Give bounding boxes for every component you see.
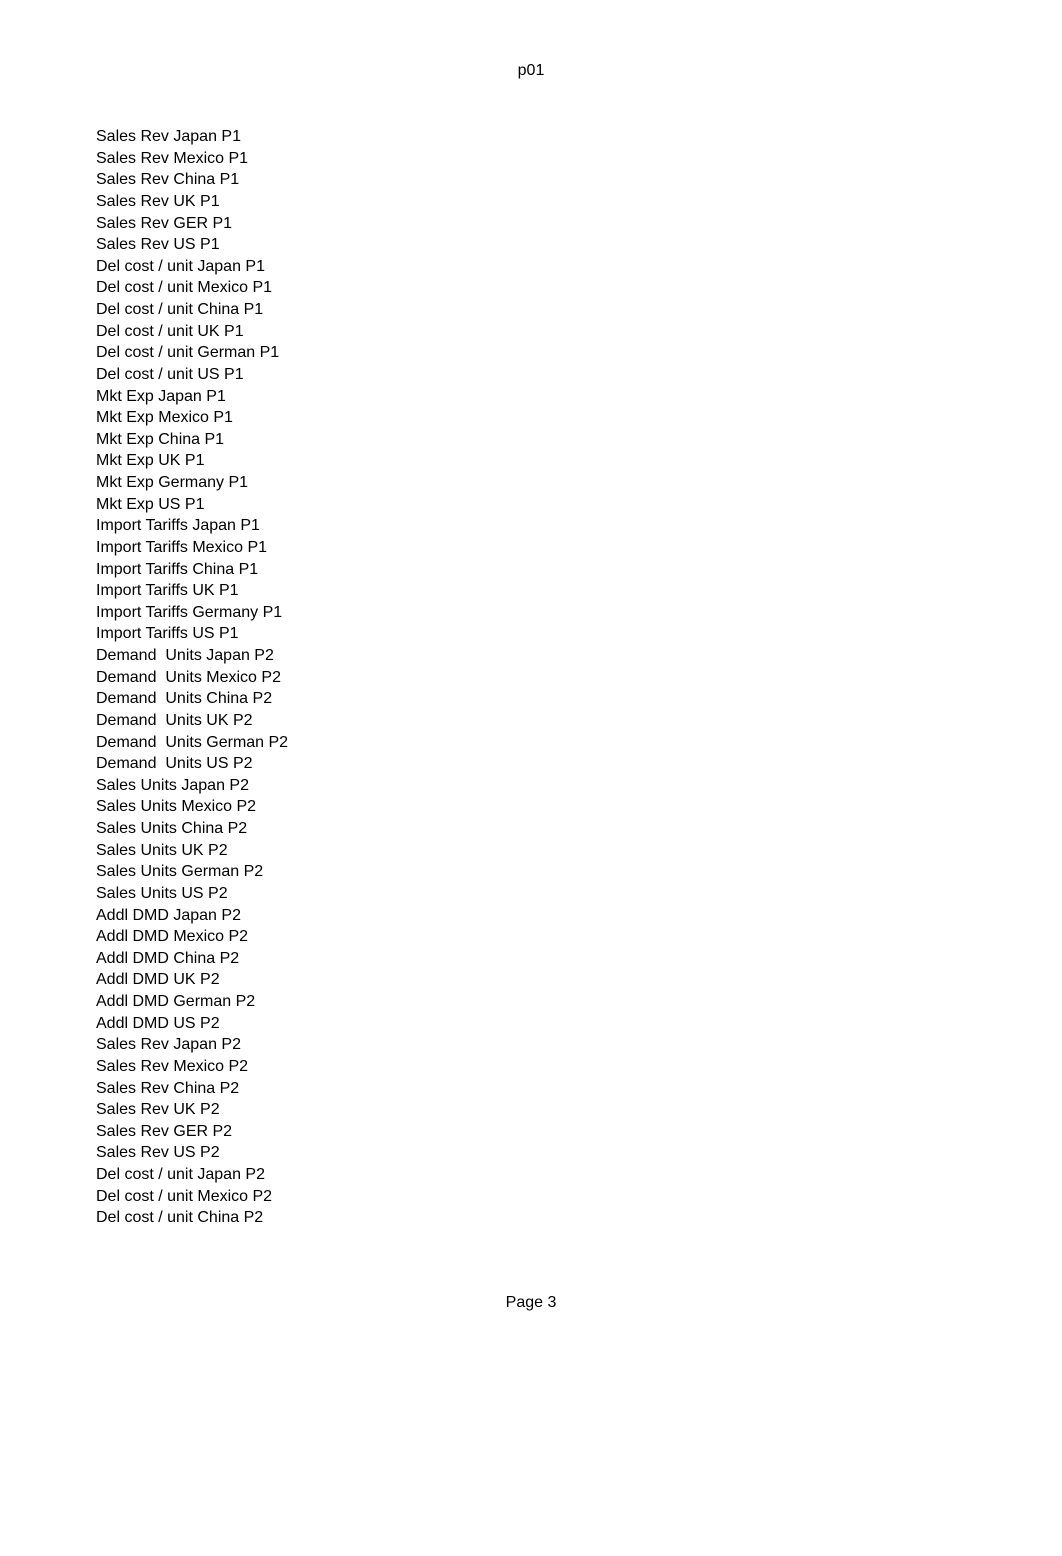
list-item: Sales Units Japan P2 bbox=[96, 776, 249, 794]
field-name-list: Sales Rev Japan P1 Sales Rev Mexico P1 Sal… bbox=[96, 126, 288, 1229]
list-item: Del cost / unit China P1 bbox=[96, 301, 264, 318]
list-item: Demand Units US P2 bbox=[96, 755, 253, 773]
list-item: Import Tariffs China P1 bbox=[96, 560, 259, 578]
list-item: Mkt Exp China P1 bbox=[96, 430, 225, 448]
list-item: Sales Rev US P1 bbox=[96, 236, 220, 254]
list-item: Import Tariffs Mexico P1 bbox=[96, 538, 268, 556]
list-item: Mkt Exp UK P1 bbox=[96, 452, 205, 470]
list-item: Del cost / unit German P1 bbox=[96, 344, 280, 362]
list-item: Import Tariffs US P1 bbox=[96, 625, 239, 643]
list-item: Sales Rev China P1 bbox=[96, 171, 240, 189]
list-item: Sales Rev UK P1 bbox=[96, 192, 220, 210]
list-item: Del cost / unit Japan P1 bbox=[96, 257, 265, 275]
list-item: Del cost / unit China P2 bbox=[96, 1209, 264, 1227]
list-item: Sales Rev GER P1 bbox=[96, 214, 233, 232]
list-item: Sales Rev Mexico P1 bbox=[96, 149, 249, 167]
list-item: Sales Rev China P2 bbox=[96, 1079, 240, 1097]
list-item: Addl DMD Japan P2 bbox=[96, 906, 241, 924]
list-item: Mkt Exp Germany P1 bbox=[96, 474, 249, 491]
list-item: Sales Rev GER P2 bbox=[96, 1122, 233, 1140]
list-item: Addl DMD German P2 bbox=[96, 993, 256, 1010]
list-item: Import Tariffs UK P1 bbox=[96, 582, 239, 600]
list-item: Del cost / unit UK P1 bbox=[96, 322, 244, 340]
page-footer: Page 3 bbox=[505, 1294, 557, 1311]
list-item: Mkt Exp Japan P1 bbox=[96, 387, 226, 405]
list-item: Mkt Exp US P1 bbox=[96, 495, 205, 513]
list-item: Sales Units UK P2 bbox=[96, 841, 228, 859]
list-item: Sales Rev Japan P1 bbox=[96, 128, 241, 145]
list-item: Addl DMD China P2 bbox=[96, 949, 240, 967]
list-item: Demand Units Mexico P2 bbox=[96, 668, 281, 686]
list-item: Addl DMD Mexico P2 bbox=[96, 928, 249, 946]
page-header: p01 bbox=[517, 62, 545, 79]
document-page: p01 Sales Rev Japan P1 Sales Rev Mexico P… bbox=[0, 0, 1062, 1556]
list-item: Demand Units Japan P2 bbox=[96, 647, 274, 664]
list-item: Sales Rev Mexico P2 bbox=[96, 1057, 249, 1075]
list-item: Sales Rev US P2 bbox=[96, 1144, 220, 1162]
list-item: Del cost / unit Mexico P1 bbox=[96, 279, 273, 297]
list-item: Sales Units US P2 bbox=[96, 884, 228, 902]
list-item: Sales Units China P2 bbox=[96, 820, 248, 837]
list-item: Addl DMD US P2 bbox=[96, 1014, 220, 1032]
list-item: Del cost / unit Japan P2 bbox=[96, 1166, 265, 1183]
list-item: Addl DMD UK P2 bbox=[96, 971, 220, 989]
list-item: Sales Units Mexico P2 bbox=[96, 798, 257, 816]
list-item: Sales Units German P2 bbox=[96, 863, 264, 881]
list-item: Sales Rev UK P2 bbox=[96, 1101, 220, 1119]
list-item: Demand Units German P2 bbox=[96, 733, 289, 751]
list-item: Del cost / unit Mexico P2 bbox=[96, 1187, 273, 1205]
list-item: Mkt Exp Mexico P1 bbox=[96, 409, 233, 427]
list-item: Import Tariffs Germany P1 bbox=[96, 603, 283, 621]
list-item: Sales Rev Japan P2 bbox=[96, 1036, 241, 1054]
list-item: Demand Units China P2 bbox=[96, 690, 273, 708]
list-item: Demand Units UK P2 bbox=[96, 711, 253, 729]
list-item: Del cost / unit US P1 bbox=[96, 365, 244, 383]
list-item: Import Tariffs Japan P1 bbox=[96, 517, 260, 535]
